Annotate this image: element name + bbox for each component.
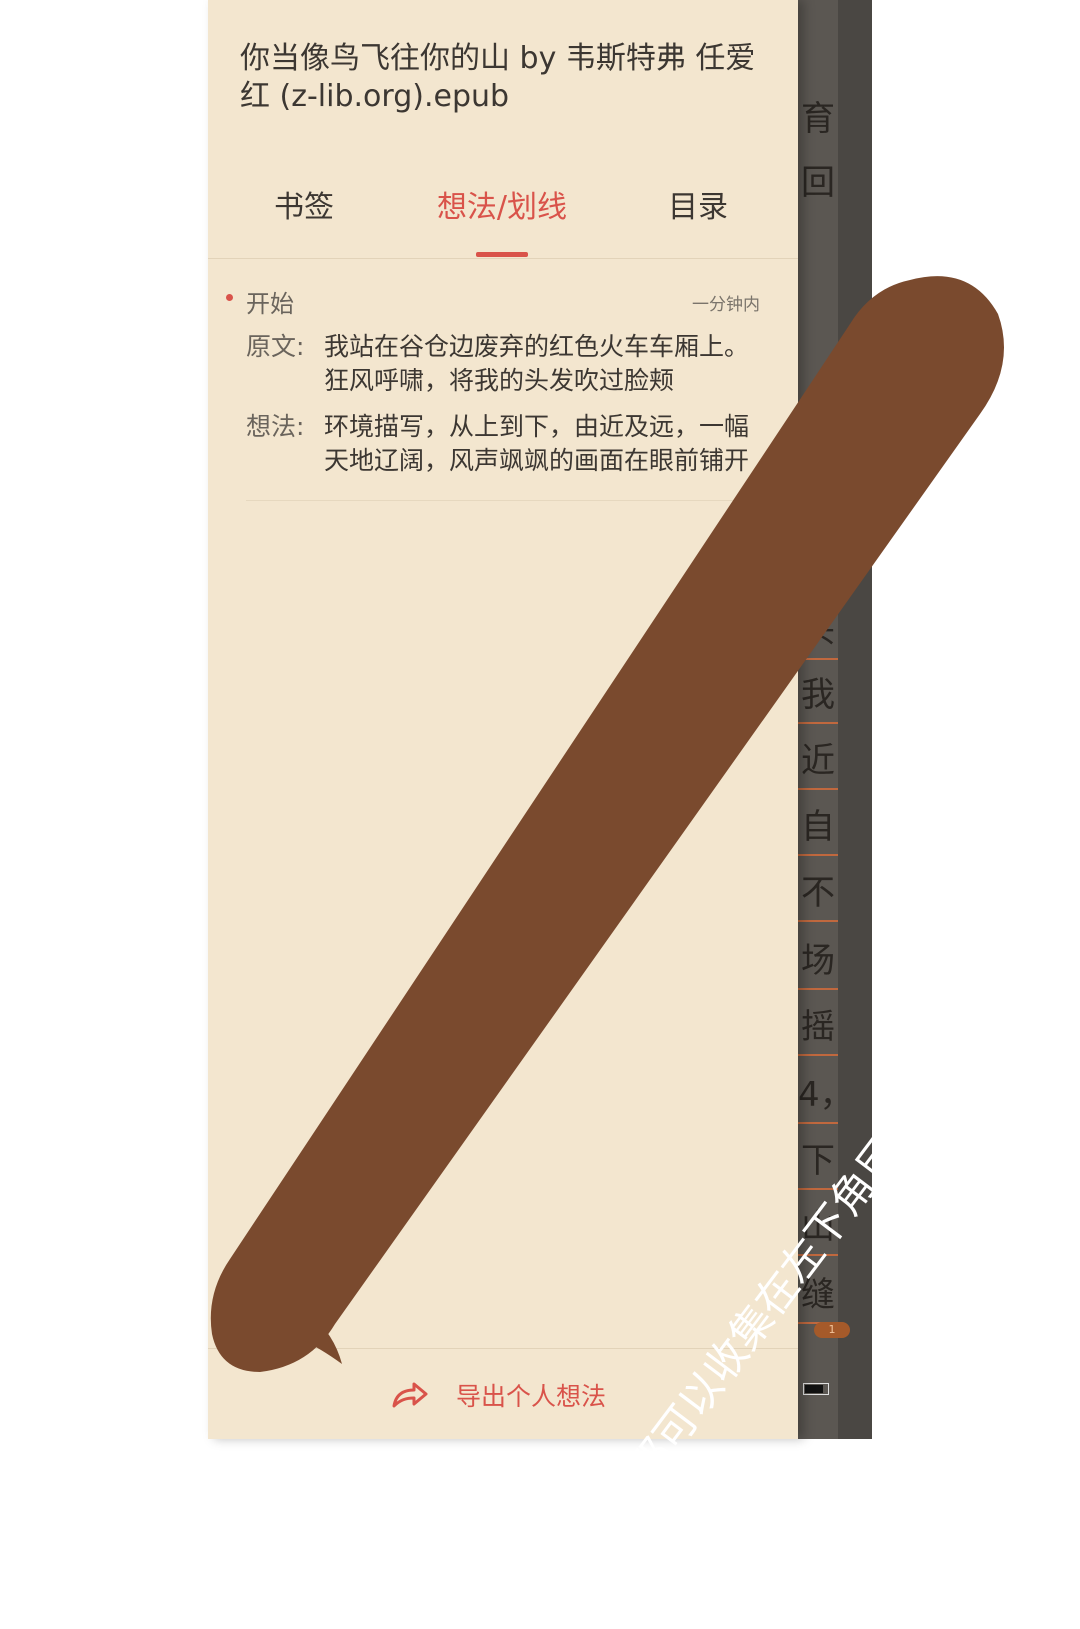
active-tab-indicator [476, 252, 528, 257]
tab-contents[interactable]: 目录 [638, 186, 758, 230]
tab-bookmarks[interactable]: 书签 [244, 186, 364, 230]
reader-char: 回 [801, 163, 835, 203]
share-arrow-icon [392, 1382, 428, 1408]
reader-char: 育 [801, 99, 835, 139]
export-label: 导出个人想法 [456, 1382, 607, 1411]
tab-thoughts-highlights[interactable]: 想法/划线 [412, 186, 592, 230]
battery-icon [803, 1383, 829, 1395]
divider [208, 258, 798, 259]
annotation-banner: 所有想法都可以收集在左下角目录-想法/划线里，可以导出 [210, 274, 1080, 1627]
banner-shape [210, 276, 1005, 1372]
book-title: 你当像鸟飞往你的山 by 韦斯特弗 任爱红 (z-lib.org).epub [240, 41, 756, 114]
export-thoughts-button[interactable]: 导出个人想法 [390, 1372, 606, 1418]
